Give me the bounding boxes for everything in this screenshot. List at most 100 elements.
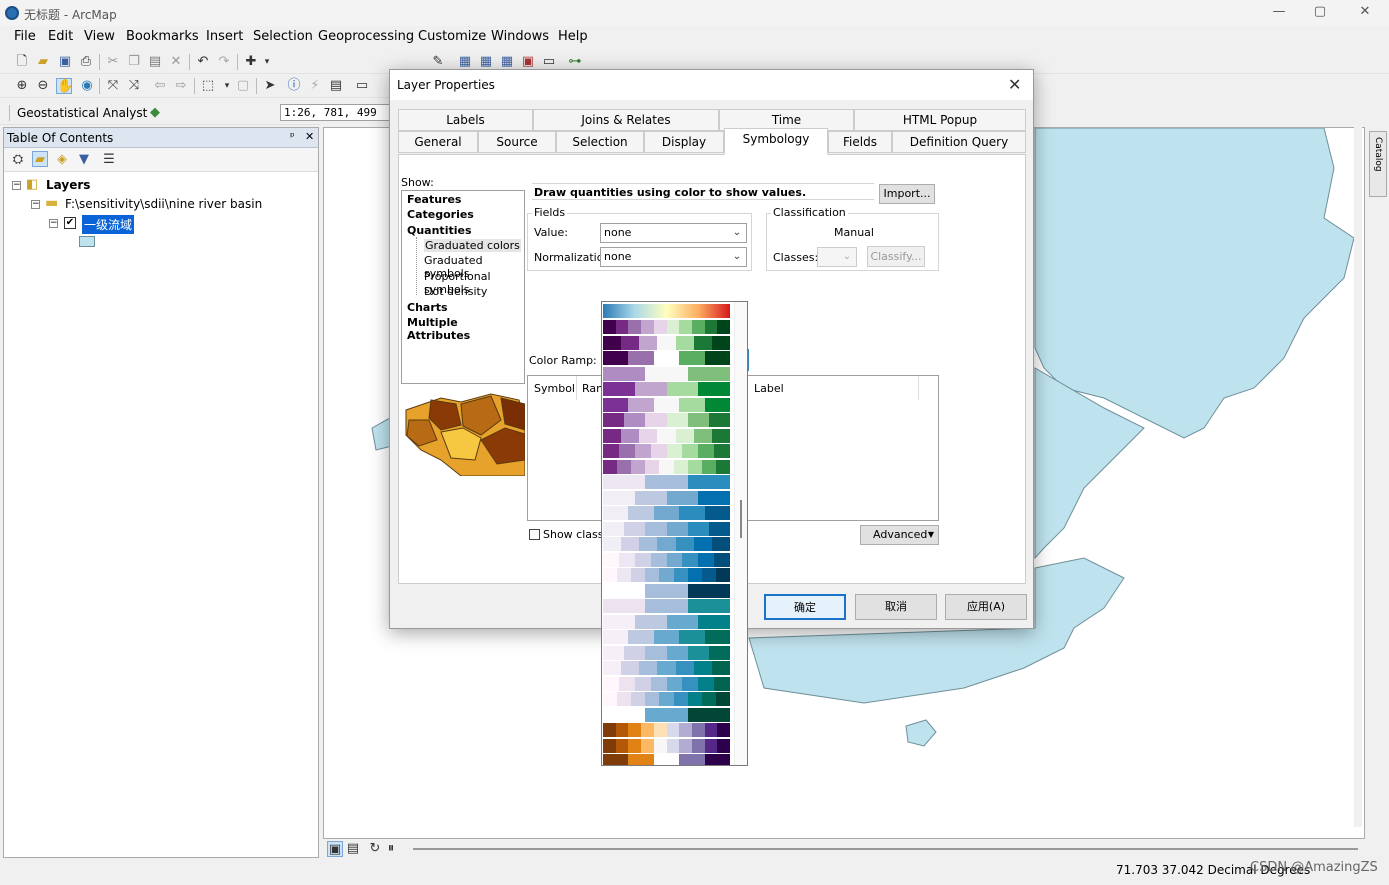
advanced-button[interactable]: Advanced ▼ [860, 525, 939, 545]
color-ramp-option[interactable] [603, 397, 731, 412]
color-ramp-option[interactable] [603, 552, 730, 567]
import-button[interactable]: Import... [879, 184, 935, 204]
print-icon[interactable]: ⎙ [78, 54, 94, 70]
menu-help[interactable]: Help [558, 29, 588, 44]
menu-file[interactable]: File [14, 29, 36, 44]
color-ramp-option[interactable] [603, 723, 731, 737]
fixed-zoom-out-icon[interactable]: ⤨ [126, 78, 142, 94]
editor-toolbar-icon[interactable]: ✎ [430, 54, 446, 70]
color-ramp-option[interactable] [603, 630, 731, 644]
menu-windows[interactable]: Windows [491, 29, 549, 44]
back-extent-icon[interactable]: ⇦ [152, 78, 168, 94]
minimize-button[interactable]: — [1264, 4, 1294, 22]
collapse-layer-icon[interactable]: − [49, 219, 58, 228]
column-header-symbol[interactable]: Symbol [534, 382, 575, 395]
color-ramp-option[interactable] [603, 382, 730, 396]
color-ramp-option[interactable] [603, 614, 730, 629]
show-item-categories[interactable]: Categories [407, 208, 474, 221]
layer-visibility-checkbox[interactable]: ✔ [64, 217, 76, 229]
forward-extent-icon[interactable]: ⇨ [173, 78, 189, 94]
select-features-icon[interactable]: ⬚ [200, 78, 216, 94]
color-ramp-option[interactable] [603, 599, 730, 613]
open-folder-icon[interactable]: ▰ [35, 54, 51, 70]
value-select[interactable]: none ⌄ [600, 223, 747, 243]
show-item-dot-density[interactable]: Dot density [424, 285, 487, 298]
show-item-charts[interactable]: Charts [407, 301, 448, 314]
paste-icon[interactable]: ▤ [147, 54, 163, 70]
clear-selection-icon[interactable]: ▢ [235, 78, 251, 94]
copy-icon[interactable]: ❐ [126, 54, 142, 70]
classes-select[interactable]: ⌄ [817, 247, 857, 267]
color-ramp-option[interactable] [603, 676, 730, 691]
arctoolbox-icon[interactable]: ▣ [520, 54, 536, 70]
color-ramp-option[interactable] [603, 351, 731, 365]
catalog-side-tab[interactable]: Catalog [1369, 131, 1387, 197]
zoom-out-icon[interactable]: ⊖ [35, 78, 51, 94]
tab-html-popup[interactable]: HTML Popup [854, 109, 1026, 131]
undo-icon[interactable]: ↶ [195, 54, 211, 70]
data-view-icon[interactable]: ▣ [327, 841, 343, 857]
color-ramp-option[interactable] [603, 475, 730, 489]
column-header-range[interactable]: Ran [582, 382, 603, 395]
maximize-button[interactable]: ▢ [1305, 4, 1335, 22]
show-item-quantities[interactable]: Quantities [407, 224, 472, 237]
color-ramp-option[interactable] [603, 692, 730, 706]
add-data-dropdown-icon[interactable]: ▾ [259, 54, 275, 70]
show-item-graduated-colors[interactable]: Graduated colors [424, 239, 521, 252]
menu-edit[interactable]: Edit [48, 29, 73, 44]
menu-bookmarks[interactable]: Bookmarks [126, 29, 199, 44]
list-by-source-icon[interactable]: ▰ [32, 151, 48, 167]
cut-icon[interactable]: ✂ [105, 54, 121, 70]
tab-selection[interactable]: Selection [556, 131, 644, 153]
toc-options-icon[interactable]: ☰ [101, 152, 117, 168]
color-ramp-option[interactable] [603, 506, 731, 520]
tab-source[interactable]: Source [478, 131, 556, 153]
close-window-button[interactable]: ✕ [1350, 4, 1380, 22]
pan-icon[interactable]: ✋ [56, 78, 73, 94]
tab-symbology[interactable]: Symbology [724, 128, 828, 155]
fixed-zoom-in-icon[interactable]: ⤧ [105, 78, 121, 94]
tab-fields[interactable]: Fields [828, 131, 892, 153]
color-ramp-option[interactable] [603, 568, 730, 582]
toc-window-icon[interactable]: ▦ [478, 54, 494, 70]
catalog-window-icon[interactable]: ▦ [499, 54, 515, 70]
menu-selection[interactable]: Selection [253, 29, 313, 44]
pin-icon[interactable]: ᵖ [290, 130, 295, 143]
tab-definition-query[interactable]: Definition Query [892, 131, 1026, 153]
color-ramp-option[interactable] [603, 661, 730, 675]
show-item-multiple-attributes[interactable]: Multiple Attributes [407, 316, 524, 342]
color-ramp-option[interactable] [603, 428, 730, 443]
color-ramp-option[interactable] [603, 490, 730, 505]
color-ramp-option[interactable] [603, 738, 731, 753]
color-ramp-option[interactable] [603, 754, 731, 765]
tab-general[interactable]: General [398, 131, 478, 153]
pause-drawing-icon[interactable]: ⏸ [383, 841, 399, 857]
color-ramp-option[interactable] [603, 320, 731, 334]
color-ramp-option-highlighted[interactable] [603, 304, 730, 318]
show-item-features[interactable]: Features [407, 193, 461, 206]
delete-icon[interactable]: ✕ [168, 54, 184, 70]
tab-display[interactable]: Display [644, 131, 724, 153]
dialog-close-icon[interactable]: ✕ [1008, 75, 1021, 94]
ok-button[interactable]: 确定 [764, 594, 846, 620]
collapse-folder-icon[interactable]: − [31, 200, 40, 209]
color-ramp-option[interactable] [603, 521, 731, 536]
list-by-selection-icon[interactable]: ▼ [76, 152, 92, 168]
horizontal-scrollbar[interactable] [413, 848, 1358, 850]
tab-joins-relates[interactable]: Joins & Relates [533, 109, 719, 131]
refresh-icon[interactable]: ↻ [367, 841, 383, 857]
list-by-visibility-icon[interactable]: ◈ [54, 152, 70, 168]
color-ramp-option[interactable] [603, 335, 730, 350]
dropdown-scrollbar[interactable] [734, 302, 747, 765]
layers-node-label[interactable]: Layers [46, 178, 90, 192]
menu-insert[interactable]: Insert [206, 29, 243, 44]
color-ramp-option[interactable] [603, 413, 731, 427]
show-class-ranges-checkbox[interactable] [529, 529, 540, 540]
full-extent-icon[interactable]: ◉ [79, 78, 95, 94]
classify-button[interactable]: Classify... [867, 246, 925, 267]
menu-view[interactable]: View [84, 29, 115, 44]
redo-icon[interactable]: ↷ [216, 54, 232, 70]
color-ramp-option[interactable] [603, 537, 730, 551]
color-ramp-option[interactable] [603, 444, 730, 458]
select-elements-icon[interactable]: ➤ [262, 78, 278, 94]
